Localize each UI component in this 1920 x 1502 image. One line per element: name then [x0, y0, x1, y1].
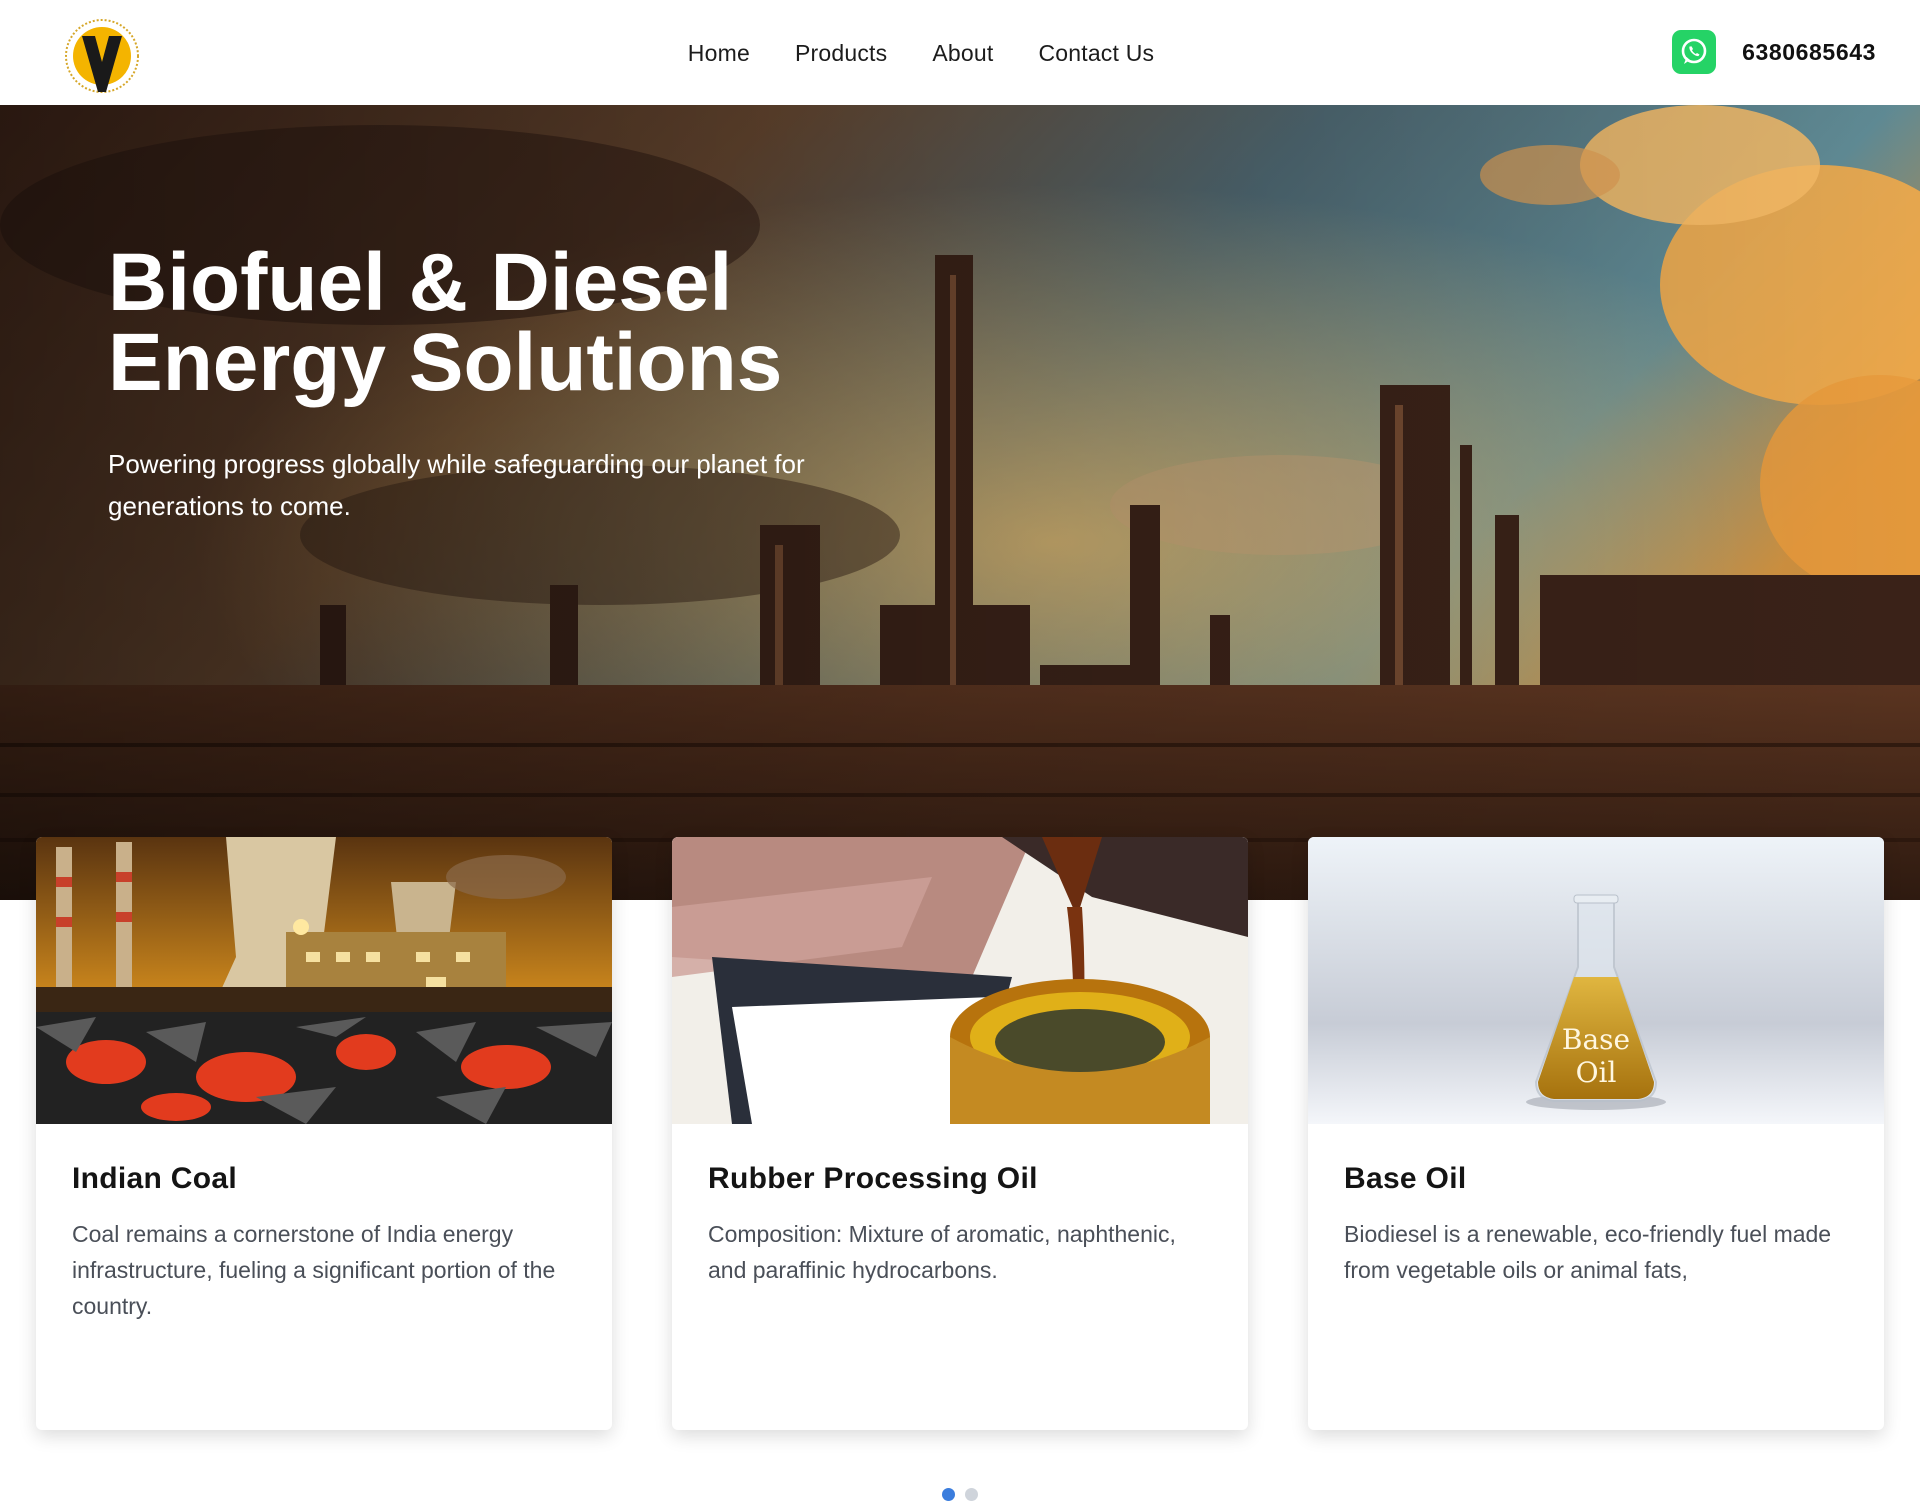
card-description: Biodiesel is a renewable, eco-friendly f… — [1344, 1221, 1832, 1283]
nav-contact-us[interactable]: Contact Us — [1038, 40, 1154, 67]
carousel-pagination — [0, 1488, 1920, 1501]
hero-title-line-2: Energy Solutions — [108, 317, 783, 408]
product-card-indian-coal[interactable]: Indian Coal Coal remains a cornerstone o… — [36, 837, 612, 1430]
hero-subtitle: Powering progress globally while safegua… — [108, 449, 805, 521]
base-oil-image: Base Oil — [1308, 837, 1884, 1124]
main-nav: Home Products About Contact Us — [0, 40, 1920, 67]
indian-coal-image — [36, 837, 612, 1124]
hero-banner: Biofuel & Diesel Energy Solutions Poweri… — [0, 105, 1920, 900]
whatsapp-icon[interactable] — [1672, 30, 1717, 74]
phone-number[interactable]: 6380685643 — [1742, 39, 1876, 66]
product-card-base-oil[interactable]: Base Oil Base Oil Biodiesel is a renewab… — [1308, 837, 1884, 1430]
nav-home[interactable]: Home — [688, 40, 750, 67]
carousel-dot-2[interactable] — [965, 1488, 978, 1501]
hero-title-line-1: Biofuel & Diesel — [108, 237, 733, 328]
card-title: Indian Coal — [72, 1162, 237, 1195]
header-contact: 6380685643 — [1672, 30, 1876, 74]
base-oil-label-line-2: Oil — [1576, 1056, 1617, 1089]
base-oil-label-line-1: Base — [1562, 1023, 1630, 1056]
card-description: Coal remains a cornerstone of India ener… — [72, 1221, 556, 1319]
site-header: Home Products About Contact Us 638068564… — [0, 0, 1920, 105]
carousel-dot-1[interactable] — [942, 1488, 955, 1501]
nav-products[interactable]: Products — [795, 40, 887, 67]
card-title: Rubber Processing Oil — [708, 1162, 1038, 1195]
product-carousel: Indian Coal Coal remains a cornerstone o… — [36, 837, 1884, 1430]
card-title: Base Oil — [1344, 1162, 1467, 1195]
nav-about[interactable]: About — [932, 40, 993, 67]
product-card-rubber-processing-oil[interactable]: Rubber Processing Oil Composition: Mixtu… — [672, 837, 1248, 1430]
rubber-processing-oil-image — [672, 837, 1248, 1124]
hero-title: Biofuel & Diesel Energy Solutions — [108, 242, 1008, 404]
card-description: Composition: Mixture of aromatic, naphth… — [708, 1221, 1176, 1283]
